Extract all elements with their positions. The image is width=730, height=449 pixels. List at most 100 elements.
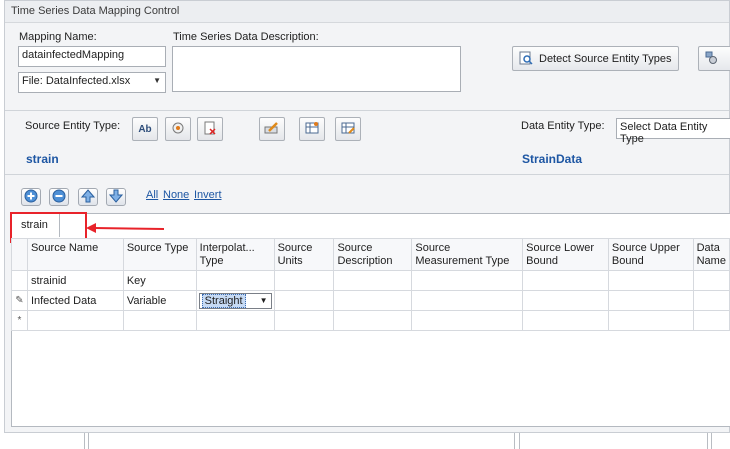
text-edit-icon: Ab	[138, 123, 152, 135]
table-row[interactable]: ✎ Infected Data Variable Straight ▼	[11, 290, 730, 311]
delete-entity-button[interactable]	[197, 117, 223, 141]
cell-interpolation-type[interactable]	[195, 270, 275, 291]
move-down-button[interactable]	[106, 188, 126, 206]
move-up-button[interactable]	[78, 188, 98, 206]
col-source-type[interactable]: Source Type	[122, 238, 197, 271]
cell-source-description[interactable]	[333, 290, 413, 311]
cell-source-units[interactable]	[273, 270, 335, 291]
data-entity-name: StrainData	[522, 152, 583, 166]
interpolation-type-select[interactable]: Straight ▼	[198, 292, 272, 309]
annotation-arrow	[86, 223, 165, 233]
cell-source-lower-bound[interactable]	[522, 270, 609, 291]
col-source-lower-bound[interactable]: Source Lower Bound	[522, 238, 609, 271]
description-label: Time Series Data Description:	[173, 31, 319, 43]
cell-source-lower-bound[interactable]	[522, 290, 609, 311]
cell-source-measurement-type[interactable]	[411, 290, 524, 311]
col-source-name[interactable]: Source Name	[26, 238, 124, 271]
mapping-grid: Source Name Source Type Interpolat... Ty…	[11, 238, 730, 331]
invert-selection-link[interactable]: Invert	[194, 189, 222, 201]
chevron-down-icon: ▼	[153, 76, 161, 85]
data-entity-type-select-value: Select Data Entity Type	[620, 121, 708, 145]
minus-icon	[52, 189, 66, 206]
divider	[514, 433, 515, 449]
file-select-value: File: DataInfected.xlsx	[22, 75, 131, 87]
edit-pencil-icon[interactable]: ✎	[11, 290, 28, 311]
divider	[711, 433, 712, 449]
cell-new[interactable]	[26, 310, 124, 331]
col-source-upper-bound[interactable]: Source Upper Bound	[607, 238, 694, 271]
cell-source-name[interactable]: strainid	[26, 270, 124, 291]
new-row-indicator[interactable]: *	[11, 310, 28, 331]
separator	[5, 110, 729, 111]
col-source-description[interactable]: Source Description	[333, 238, 413, 271]
row-indicator[interactable]	[11, 270, 28, 291]
cell-source-name[interactable]: Infected Data	[26, 290, 124, 311]
delete-icon	[203, 121, 217, 138]
col-data-name[interactable]: Data Name	[692, 238, 730, 271]
cell-new[interactable]	[273, 310, 335, 331]
plus-icon	[24, 189, 38, 206]
cell-new[interactable]	[333, 310, 413, 331]
separator	[5, 174, 729, 175]
mapping-name-label: Mapping Name:	[19, 31, 97, 43]
data-entity-type-select[interactable]: Select Data Entity Type	[616, 118, 730, 145]
cell-new[interactable]	[607, 310, 694, 331]
detect-button-label: Detect Source Entity Types	[539, 53, 672, 65]
cell-interpolation-type-editor[interactable]: Straight ▼	[195, 290, 275, 311]
rename-button[interactable]: Ab	[132, 117, 158, 141]
detect-icon	[519, 51, 533, 68]
cell-source-upper-bound[interactable]	[607, 290, 694, 311]
col-interpolation-type[interactable]: Interpolat... Type	[195, 238, 275, 271]
mapping-name-input[interactable]: datainfectedMapping	[18, 46, 166, 67]
cell-new[interactable]	[692, 310, 730, 331]
cell-new[interactable]	[411, 310, 524, 331]
table-icon	[305, 121, 319, 138]
divider	[84, 433, 85, 449]
cell-data-name[interactable]	[692, 290, 730, 311]
divider	[88, 433, 89, 449]
cell-new[interactable]	[122, 310, 197, 331]
select-all-link[interactable]: All	[146, 189, 158, 201]
add-entity-button[interactable]	[165, 117, 191, 141]
source-entity-type-label: Source Entity Type:	[25, 120, 121, 132]
settings-button[interactable]	[698, 46, 730, 71]
file-select[interactable]: File: DataInfected.xlsx ▼	[18, 72, 166, 93]
background-strip	[0, 433, 730, 449]
gear-icon	[705, 51, 719, 68]
remove-row-button[interactable]	[49, 188, 69, 206]
detect-source-entity-types-button[interactable]: Detect Source Entity Types	[512, 46, 679, 71]
chevron-down-icon: ▼	[259, 295, 268, 305]
col-source-units[interactable]: Source Units	[273, 238, 335, 271]
source-entity-name: strain	[26, 152, 59, 166]
new-row[interactable]: *	[11, 310, 730, 331]
table-edit-button[interactable]	[335, 117, 361, 141]
divider	[707, 433, 708, 449]
divider	[519, 433, 520, 449]
edit-icon	[264, 121, 280, 138]
add-row-button[interactable]	[21, 188, 41, 206]
table-properties-button[interactable]	[299, 117, 325, 141]
arrow-up-icon	[80, 188, 96, 206]
col-source-measurement-type[interactable]: Source Measurement Type	[411, 238, 524, 271]
table-edit-icon	[341, 121, 355, 138]
grid-header-row: Source Name Source Type Interpolat... Ty…	[11, 238, 730, 271]
arrow-down-icon	[108, 189, 124, 206]
cell-source-type[interactable]: Variable	[122, 290, 197, 311]
row-selector-header	[11, 238, 28, 271]
cell-source-type[interactable]: Key	[122, 270, 197, 291]
select-none-link[interactable]: None	[163, 189, 189, 201]
cell-data-name[interactable]	[692, 270, 730, 291]
cell-new[interactable]	[195, 310, 275, 331]
cell-source-measurement-type[interactable]	[411, 270, 524, 291]
description-input[interactable]	[172, 46, 461, 92]
window-title: Time Series Data Mapping Control	[5, 1, 729, 23]
mapping-control-window: Time Series Data Mapping Control Mapping…	[4, 0, 730, 433]
cell-new[interactable]	[522, 310, 609, 331]
cell-source-description[interactable]	[333, 270, 413, 291]
cell-source-units[interactable]	[273, 290, 335, 311]
interpolation-type-value: Straight	[201, 293, 246, 308]
cell-source-upper-bound[interactable]	[607, 270, 694, 291]
add-entity-icon	[171, 121, 185, 138]
table-row[interactable]: strainid Key	[11, 270, 730, 291]
edit-entity-button[interactable]	[259, 117, 285, 141]
